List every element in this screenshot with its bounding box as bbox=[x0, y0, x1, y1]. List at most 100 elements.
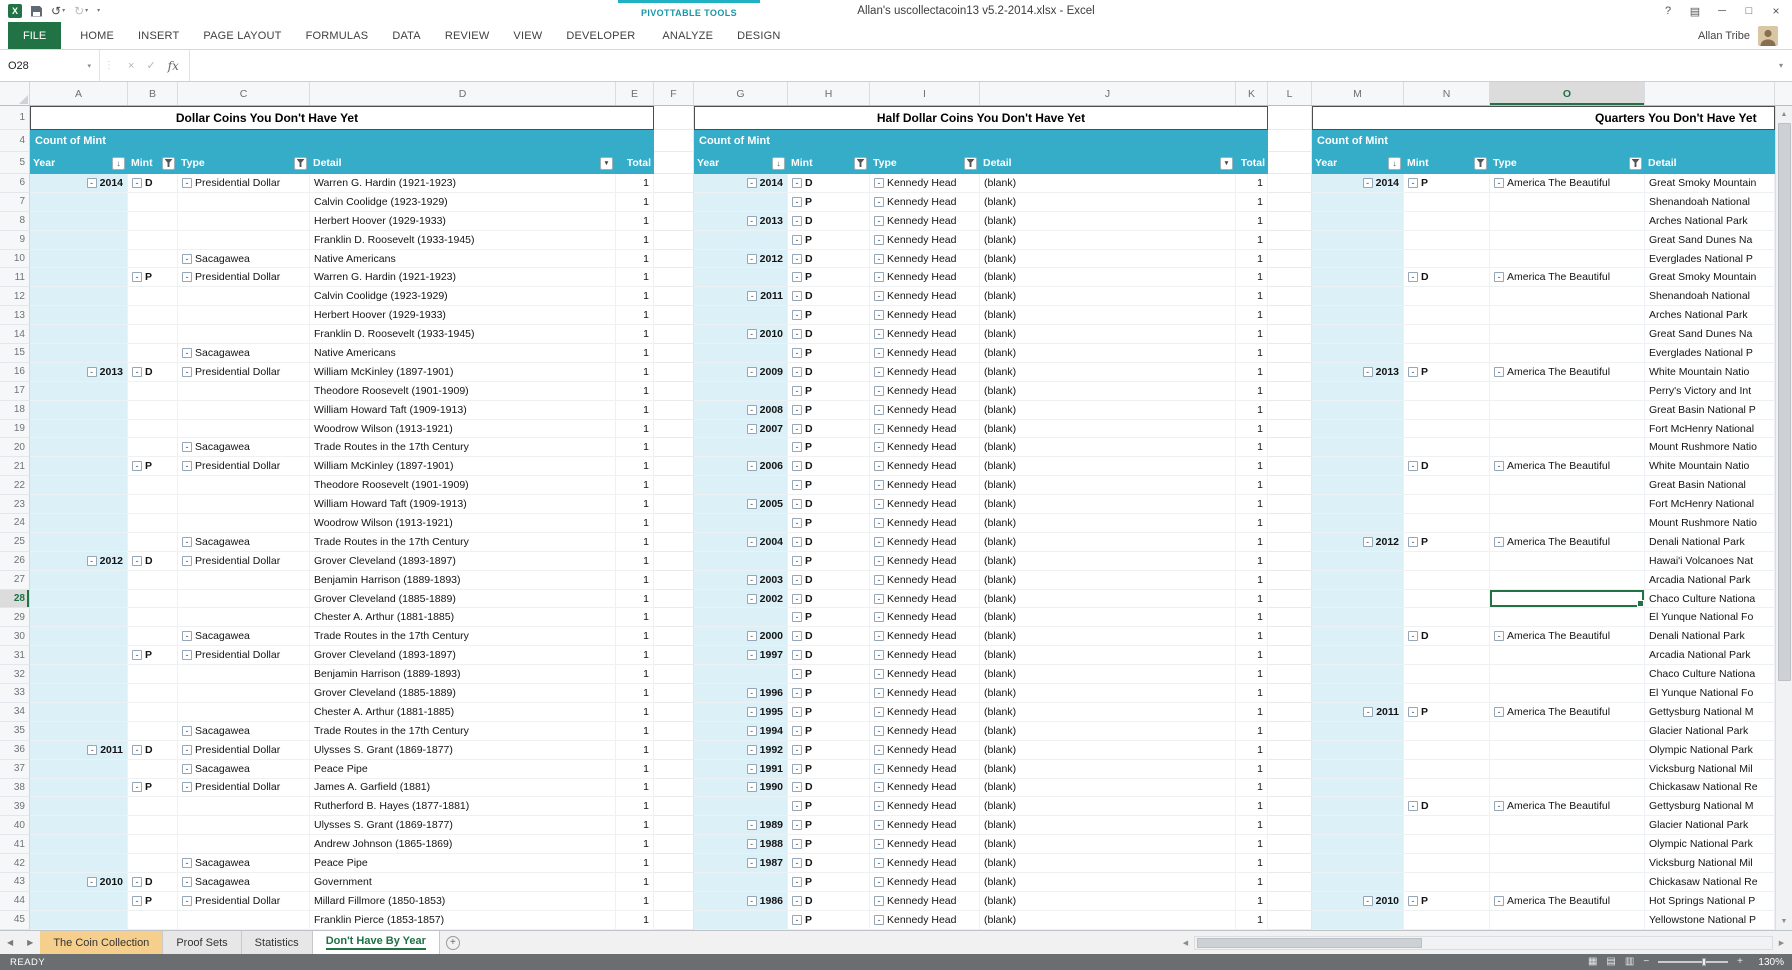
cell-P29[interactable]: El Yunque National Fo bbox=[1645, 608, 1775, 627]
cell-O41[interactable] bbox=[1490, 835, 1645, 854]
cell-N38[interactable] bbox=[1404, 779, 1490, 798]
formula-bar-handle[interactable]: ⋮ bbox=[100, 50, 118, 81]
cell-M40[interactable] bbox=[1312, 816, 1404, 835]
cell-B21[interactable]: -P bbox=[128, 457, 178, 476]
cell-F11[interactable] bbox=[654, 268, 694, 287]
cell-A27[interactable] bbox=[30, 571, 128, 590]
cell-P23[interactable]: Fort McHenry National bbox=[1645, 495, 1775, 514]
cell-M6[interactable]: -2014 bbox=[1312, 174, 1404, 193]
cell-C13[interactable] bbox=[178, 306, 310, 325]
tab-insert[interactable]: INSERT bbox=[126, 22, 191, 49]
collapse-icon[interactable]: - bbox=[747, 329, 757, 339]
cell-F31[interactable] bbox=[654, 646, 694, 665]
cell-A6[interactable]: -2014 bbox=[30, 174, 128, 193]
cell-K37[interactable]: 1 bbox=[1236, 760, 1268, 779]
collapse-icon[interactable]: - bbox=[747, 178, 757, 188]
cell-I10[interactable]: -Kennedy Head bbox=[870, 250, 980, 269]
collapse-icon[interactable]: - bbox=[1494, 178, 1504, 188]
cell-A29[interactable] bbox=[30, 608, 128, 627]
cell-P15[interactable]: Everglades National P bbox=[1645, 344, 1775, 363]
cell-K10[interactable]: 1 bbox=[1236, 250, 1268, 269]
collapse-icon[interactable]: - bbox=[132, 461, 142, 471]
cell-O34[interactable]: -America The Beautiful bbox=[1490, 703, 1645, 722]
row-header-32[interactable]: 32 bbox=[0, 665, 30, 684]
collapse-icon[interactable]: - bbox=[792, 480, 802, 490]
cell-G40[interactable]: -1989 bbox=[694, 816, 788, 835]
cell-M31[interactable] bbox=[1312, 646, 1404, 665]
cell-N44[interactable]: -P bbox=[1404, 892, 1490, 911]
cell-D28[interactable]: Grover Cleveland (1885-1889) bbox=[310, 590, 616, 609]
cell-L37[interactable] bbox=[1268, 760, 1312, 779]
formula-bar-expand-icon[interactable]: ▾ bbox=[1770, 50, 1792, 81]
cell-N19[interactable] bbox=[1404, 420, 1490, 439]
cell-F4[interactable] bbox=[654, 130, 694, 152]
scroll-right-icon[interactable]: ▶ bbox=[1773, 939, 1790, 947]
cell-F44[interactable] bbox=[654, 892, 694, 911]
cell-D17[interactable]: Theodore Roosevelt (1901-1909) bbox=[310, 382, 616, 401]
normal-view-icon[interactable]: ▦ bbox=[1588, 957, 1597, 967]
cell-O19[interactable] bbox=[1490, 420, 1645, 439]
scroll-up-icon[interactable]: ▲ bbox=[1776, 106, 1792, 123]
cell-I21[interactable]: -Kennedy Head bbox=[870, 457, 980, 476]
pivot-field-header-mint-1[interactable]: Mint bbox=[788, 152, 870, 174]
cell-E39[interactable]: 1 bbox=[616, 797, 654, 816]
collapse-icon[interactable]: - bbox=[874, 480, 884, 490]
cell-O18[interactable] bbox=[1490, 401, 1645, 420]
cell-E10[interactable]: 1 bbox=[616, 250, 654, 269]
cell-O22[interactable] bbox=[1490, 476, 1645, 495]
cell-M27[interactable] bbox=[1312, 571, 1404, 590]
cell-P21[interactable]: White Mountain Natio bbox=[1645, 457, 1775, 476]
cell-O45[interactable] bbox=[1490, 911, 1645, 930]
cell-B36[interactable]: -D bbox=[128, 741, 178, 760]
cell-K25[interactable]: 1 bbox=[1236, 533, 1268, 552]
cell-J22[interactable]: (blank) bbox=[980, 476, 1236, 495]
cell-O25[interactable]: -America The Beautiful bbox=[1490, 533, 1645, 552]
cell-I20[interactable]: -Kennedy Head bbox=[870, 438, 980, 457]
cell-K44[interactable]: 1 bbox=[1236, 892, 1268, 911]
cell-C30[interactable]: -Sacagawea bbox=[178, 627, 310, 646]
cell-B40[interactable] bbox=[128, 816, 178, 835]
cell-H15[interactable]: -P bbox=[788, 344, 870, 363]
collapse-icon[interactable]: - bbox=[874, 329, 884, 339]
cell-G6[interactable]: -2014 bbox=[694, 174, 788, 193]
column-header-F[interactable]: F bbox=[654, 82, 694, 105]
cell-G21[interactable]: -2006 bbox=[694, 457, 788, 476]
cell-B7[interactable] bbox=[128, 193, 178, 212]
collapse-icon[interactable]: - bbox=[874, 235, 884, 245]
cell-I12[interactable]: -Kennedy Head bbox=[870, 287, 980, 306]
cell-F38[interactable] bbox=[654, 779, 694, 798]
cell-O23[interactable] bbox=[1490, 495, 1645, 514]
cell-L20[interactable] bbox=[1268, 438, 1312, 457]
collapse-icon[interactable]: - bbox=[792, 820, 802, 830]
cell-O7[interactable] bbox=[1490, 193, 1645, 212]
pivot-field-header-mint-2[interactable]: Mint bbox=[1404, 152, 1490, 174]
row-header-7[interactable]: 7 bbox=[0, 193, 30, 212]
collapse-icon[interactable]: - bbox=[792, 612, 802, 622]
cell-C15[interactable]: -Sacagawea bbox=[178, 344, 310, 363]
cell-C45[interactable] bbox=[178, 911, 310, 930]
cell-H28[interactable]: -D bbox=[788, 590, 870, 609]
cell-B29[interactable] bbox=[128, 608, 178, 627]
collapse-icon[interactable]: - bbox=[747, 820, 757, 830]
cell-G39[interactable] bbox=[694, 797, 788, 816]
cell-H41[interactable]: -P bbox=[788, 835, 870, 854]
cell-I26[interactable]: -Kennedy Head bbox=[870, 552, 980, 571]
collapse-icon[interactable]: - bbox=[874, 650, 884, 660]
cell-F19[interactable] bbox=[654, 420, 694, 439]
cell-O29[interactable] bbox=[1490, 608, 1645, 627]
cell-P31[interactable]: Arcadia National Park bbox=[1645, 646, 1775, 665]
cell-K36[interactable]: 1 bbox=[1236, 741, 1268, 760]
cell-C9[interactable] bbox=[178, 231, 310, 250]
cell-G44[interactable]: -1986 bbox=[694, 892, 788, 911]
cell-N32[interactable] bbox=[1404, 665, 1490, 684]
cell-A36[interactable]: -2011 bbox=[30, 741, 128, 760]
cell-H19[interactable]: -D bbox=[788, 420, 870, 439]
cell-C37[interactable]: -Sacagawea bbox=[178, 760, 310, 779]
cell-A31[interactable] bbox=[30, 646, 128, 665]
cell-G9[interactable] bbox=[694, 231, 788, 250]
collapse-icon[interactable]: - bbox=[87, 178, 97, 188]
collapse-icon[interactable]: - bbox=[87, 745, 97, 755]
cell-L1[interactable] bbox=[1268, 106, 1312, 130]
cell-L33[interactable] bbox=[1268, 684, 1312, 703]
cell-P25[interactable]: Denali National Park bbox=[1645, 533, 1775, 552]
